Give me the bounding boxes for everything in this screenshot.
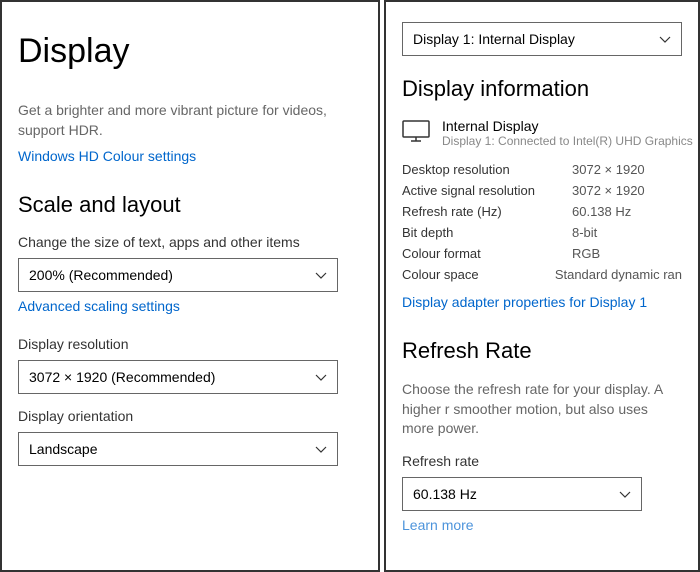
display-name: Internal Display [442, 118, 693, 134]
refresh-rate-heading: Refresh Rate [402, 338, 682, 364]
property-key: Active signal resolution [402, 183, 572, 198]
adapter-properties-link[interactable]: Display adapter properties for Display 1 [402, 294, 647, 310]
refresh-rate-dropdown[interactable]: 60.138 Hz [402, 477, 642, 511]
orientation-dropdown[interactable]: Landscape [18, 432, 338, 466]
resolution-dropdown-value: 3072 × 1920 (Recommended) [29, 369, 215, 385]
property-value: 3072 × 1920 [572, 183, 645, 198]
display-settings-panel: Display Get a brighter and more vibrant … [0, 0, 380, 572]
display-connection: Display 1: Connected to Intel(R) UHD Gra… [442, 134, 693, 148]
property-row: Active signal resolution3072 × 1920 [402, 183, 682, 198]
property-key: Desktop resolution [402, 162, 572, 177]
display-info-heading: Display information [402, 76, 682, 102]
property-row: Colour formatRGB [402, 246, 682, 261]
chevron-down-icon [619, 488, 631, 500]
refresh-rate-value: 60.138 Hz [413, 486, 477, 502]
orientation-label: Display orientation [18, 408, 362, 424]
property-key: Colour format [402, 246, 572, 261]
display-selector-value: Display 1: Internal Display [413, 31, 575, 47]
property-value: 60.138 Hz [572, 204, 631, 219]
refresh-label: Refresh rate [402, 453, 682, 469]
chevron-down-icon [315, 443, 327, 455]
property-value: Standard dynamic ran [555, 267, 682, 282]
scale-dropdown[interactable]: 200% (Recommended) [18, 258, 338, 292]
property-row: Bit depth8-bit [402, 225, 682, 240]
display-selector-dropdown[interactable]: Display 1: Internal Display [402, 22, 682, 56]
chevron-down-icon [659, 33, 671, 45]
hdr-description: Get a brighter and more vibrant picture … [18, 101, 362, 140]
property-value: 8-bit [572, 225, 597, 240]
property-key: Colour space [402, 267, 555, 282]
chevron-down-icon [315, 371, 327, 383]
property-row: Colour spaceStandard dynamic ran [402, 267, 682, 282]
property-key: Bit depth [402, 225, 572, 240]
scale-layout-heading: Scale and layout [18, 192, 362, 218]
page-title: Display [18, 32, 362, 71]
property-value: 3072 × 1920 [572, 162, 645, 177]
scale-dropdown-value: 200% (Recommended) [29, 267, 173, 283]
property-key: Refresh rate (Hz) [402, 204, 572, 219]
learn-more-link[interactable]: Learn more [402, 517, 474, 533]
advanced-scaling-link[interactable]: Advanced scaling settings [18, 298, 180, 314]
resolution-label: Display resolution [18, 336, 362, 352]
display-properties: Desktop resolution3072 × 1920Active sign… [402, 162, 682, 282]
scale-label: Change the size of text, apps and other … [18, 234, 362, 250]
property-value: RGB [572, 246, 600, 261]
property-row: Desktop resolution3072 × 1920 [402, 162, 682, 177]
property-row: Refresh rate (Hz)60.138 Hz [402, 204, 682, 219]
orientation-dropdown-value: Landscape [29, 441, 98, 457]
chevron-down-icon [315, 269, 327, 281]
hdr-settings-link[interactable]: Windows HD Colour settings [18, 148, 196, 164]
advanced-display-panel: Display 1: Internal Display Display info… [384, 0, 700, 572]
monitor-icon [402, 120, 430, 142]
refresh-description: Choose the refresh rate for your display… [402, 380, 682, 439]
resolution-dropdown[interactable]: 3072 × 1920 (Recommended) [18, 360, 338, 394]
display-info-block: Internal Display Display 1: Connected to… [402, 118, 682, 148]
